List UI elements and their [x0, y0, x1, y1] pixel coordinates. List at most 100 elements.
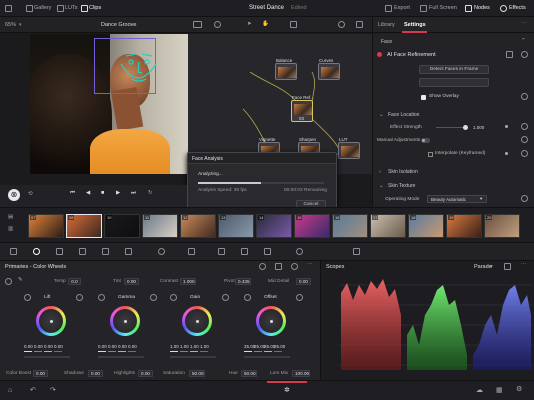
master-wheel-slider[interactable]	[98, 356, 144, 358]
picker-icon[interactable]: ✎	[18, 277, 23, 283]
logo-icon[interactable]: ⊗	[8, 189, 20, 201]
node-face-refinement[interactable]: 03	[291, 100, 313, 122]
effect-strength-value[interactable]: 1.000	[473, 125, 484, 130]
stop-icon[interactable]: ■	[101, 190, 104, 196]
split-icon[interactable]	[356, 21, 363, 28]
manual-adjustments-toggle[interactable]	[421, 138, 430, 143]
wheel-value[interactable]: 0.00	[118, 344, 127, 349]
hue-field[interactable]: 50.00	[241, 370, 257, 377]
reset-icon[interactable]	[521, 136, 528, 143]
wheel-value[interactable]: 1.00	[200, 344, 209, 349]
node-lut[interactable]	[338, 142, 360, 159]
mid-detail-field[interactable]: 0.00	[296, 278, 311, 285]
reset-all-icon[interactable]	[259, 263, 266, 270]
timeline-clip[interactable]: 15	[294, 214, 330, 238]
reset-icon[interactable]	[521, 195, 528, 202]
wheel-value[interactable]: 0.00	[98, 344, 107, 349]
more-icon[interactable]: ⋯	[521, 21, 527, 27]
reset-icon[interactable]	[76, 294, 83, 301]
interpolate-checkbox[interactable]	[428, 152, 433, 157]
hdr-tool-icon[interactable]	[56, 248, 63, 255]
tab-settings[interactable]: Settings	[404, 22, 426, 28]
temp-field[interactable]: 0.0	[68, 278, 81, 285]
keyframe-icon[interactable]	[505, 125, 508, 128]
reset-icon[interactable]	[150, 294, 157, 301]
tint-field[interactable]: 0.00	[124, 278, 139, 285]
play-icon[interactable]: ▶	[116, 190, 120, 196]
reset-icon[interactable]	[296, 294, 303, 301]
reset-icon[interactable]	[521, 93, 528, 100]
master-wheel-slider[interactable]	[170, 356, 216, 358]
viewer-mode-icon[interactable]	[193, 21, 202, 28]
secondary-button[interactable]	[419, 78, 489, 87]
wheel-value[interactable]: 0.00	[44, 344, 53, 349]
color-page-icon[interactable]: ✲	[284, 386, 290, 394]
go-to-end-icon[interactable]: ⏭	[131, 190, 136, 197]
reverse-icon[interactable]: ◀	[86, 190, 90, 196]
wheel-value[interactable]: 0.00	[24, 344, 33, 349]
key-tool-icon[interactable]	[241, 248, 248, 255]
effect-strength-slider[interactable]	[463, 125, 468, 130]
wheel-control[interactable]	[182, 306, 212, 336]
wheel-value[interactable]: 0.00	[108, 344, 117, 349]
reset-icon[interactable]	[521, 51, 528, 58]
reset-icon[interactable]	[170, 294, 177, 301]
go-to-start-icon[interactable]: ⏮	[70, 190, 75, 197]
settings-gear-icon[interactable]: ⚙	[516, 385, 522, 393]
hand-icon[interactable]: ✋	[262, 21, 269, 27]
wipe-icon[interactable]	[338, 21, 345, 28]
shadows-field[interactable]: 0.00	[88, 370, 103, 377]
audio-icon[interactable]	[214, 21, 221, 28]
redo-arrow-icon[interactable]: ↷	[50, 386, 56, 394]
fx-tool-icon[interactable]	[296, 248, 303, 255]
delete-icon[interactable]	[506, 51, 513, 58]
home-icon[interactable]: ⌂	[8, 387, 12, 394]
collapse-icon[interactable]: ⌃	[521, 38, 526, 44]
timeline-clip[interactable]: 19	[446, 214, 482, 238]
wheel-value[interactable]: 1.00	[170, 344, 179, 349]
color-boost-field[interactable]: 0.00	[33, 370, 48, 377]
effects-button[interactable]: Effects	[509, 5, 526, 11]
media-icon[interactable]	[5, 5, 12, 12]
saturation-field[interactable]: 50.00	[189, 370, 205, 377]
wheel-control[interactable]	[36, 306, 66, 336]
master-wheel-slider[interactable]	[24, 356, 70, 358]
more-icon[interactable]: ⋯	[521, 262, 527, 268]
keyframe-icon[interactable]	[505, 152, 508, 155]
highlights-field[interactable]: 0.00	[138, 370, 153, 377]
reset-icon[interactable]	[24, 294, 31, 301]
wheel-value[interactable]: 0.00	[34, 344, 43, 349]
export-button[interactable]: Export	[394, 5, 410, 11]
wheel-control[interactable]	[110, 306, 140, 336]
tracker-tool-icon[interactable]	[188, 248, 195, 255]
chevron-down-icon[interactable]: ⌄	[379, 183, 384, 189]
wheel-value[interactable]: 0.00	[54, 344, 63, 349]
scopes-tool-icon[interactable]	[353, 248, 360, 255]
timeline-clip[interactable]: 07	[28, 214, 64, 238]
clips-button[interactable]: Clips	[89, 5, 101, 11]
show-overlay-checkbox[interactable]	[421, 95, 426, 100]
wheel-value[interactable]: 25.00	[274, 344, 285, 349]
master-wheel-slider[interactable]	[244, 356, 290, 358]
gallery-button[interactable]: Gallery	[34, 5, 51, 11]
fullscreen-button[interactable]: Full Screen	[429, 5, 457, 11]
loop-toggle-icon[interactable]: ↻	[148, 190, 153, 196]
qualifier-tool-icon[interactable]	[125, 248, 132, 255]
wheel-value[interactable]: 0.00	[128, 344, 137, 349]
chevron-right-icon[interactable]: ›	[379, 169, 381, 175]
node-balance[interactable]	[275, 63, 297, 80]
loop-icon[interactable]: ⟲	[28, 191, 33, 197]
luts-button[interactable]: LUTs	[65, 5, 78, 11]
reset-icon[interactable]	[244, 294, 251, 301]
wheel-value[interactable]: 1.00	[190, 344, 199, 349]
timeline-list-icon[interactable]: ▥	[8, 226, 13, 232]
enabled-dot-icon[interactable]	[377, 52, 382, 57]
contrast-field[interactable]: 1.000	[180, 278, 196, 285]
page-icon[interactable]	[275, 263, 282, 270]
settings-icon[interactable]	[5, 278, 12, 285]
warper-tool-icon[interactable]	[102, 248, 109, 255]
window-tool-icon[interactable]	[158, 248, 165, 255]
timeline-clip[interactable]: 17	[370, 214, 406, 238]
undo-arrow-icon[interactable]: ↶	[30, 386, 36, 394]
more-icon[interactable]: ⋯	[307, 262, 313, 268]
